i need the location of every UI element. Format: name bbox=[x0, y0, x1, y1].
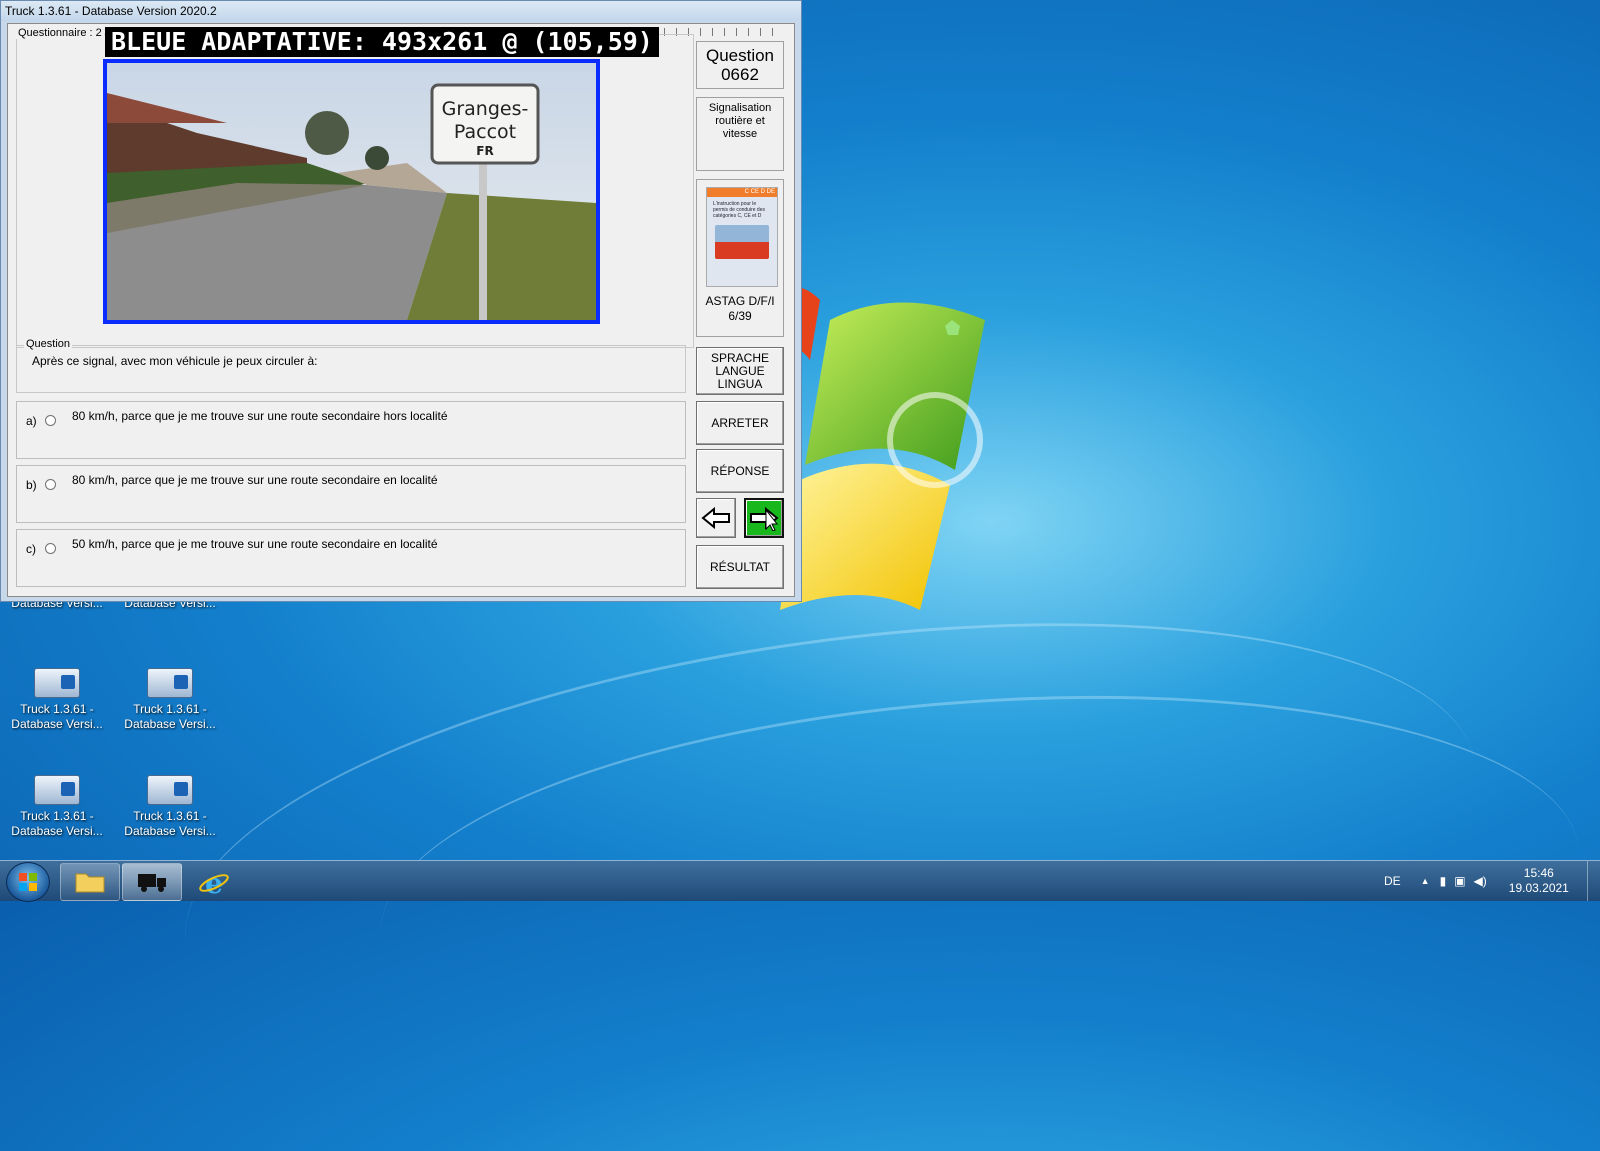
annotation-overlay-label: BLEUE ADAPTATIVE: 493x261 @ (105,59) bbox=[105, 27, 659, 57]
truck-icon bbox=[138, 874, 166, 892]
book-cover-bus-image bbox=[715, 225, 769, 259]
clock[interactable]: 15:46 19.03.2021 bbox=[1509, 866, 1569, 896]
next-button[interactable] bbox=[744, 498, 784, 538]
volume-icon[interactable]: ◀) bbox=[1474, 874, 1487, 888]
answer-option-c[interactable]: c) 50 km/h, parce que je me trouve sur u… bbox=[16, 529, 686, 587]
truck-app-icon bbox=[147, 668, 193, 698]
desktop-icon-label: Database Versi... bbox=[124, 824, 216, 838]
desktop-icon[interactable]: Truck 1.3.61 - Database Versi... bbox=[2, 775, 112, 839]
language-button-label-1: SPRACHE bbox=[710, 350, 769, 365]
desktop-icon[interactable]: Truck 1.3.61 - Database Versi... bbox=[115, 775, 225, 839]
clock-time: 15:46 bbox=[1523, 866, 1554, 880]
taskbar-internet-explorer[interactable]: e bbox=[184, 863, 244, 901]
desktop-icon-label: Truck 1.3.61 - bbox=[20, 809, 94, 823]
windows-logo bbox=[780, 286, 985, 610]
answer-letter: b) bbox=[26, 478, 37, 492]
window-titlebar[interactable]: Truck 1.3.61 - Database Version 2020.2 bbox=[1, 1, 801, 21]
answer-text: 80 km/h, parce que je me trouve sur une … bbox=[72, 409, 448, 423]
road-sign-photo: Granges- Paccot FR bbox=[107, 63, 596, 320]
truck-app-icon bbox=[147, 775, 193, 805]
language-button-label-2: LANGUE bbox=[715, 363, 765, 378]
answer-radio[interactable] bbox=[45, 415, 56, 426]
question-number: 0662 bbox=[721, 65, 759, 84]
arrow-left-icon bbox=[701, 507, 730, 529]
result-button[interactable]: RÉSULTAT bbox=[696, 545, 784, 589]
book-cover-title: L'instruction pour le permis de conduire… bbox=[713, 201, 765, 219]
app-window: Truck 1.3.61 - Database Version 2020.2 Q… bbox=[0, 0, 802, 602]
window-title: Truck 1.3.61 - Database Version 2020.2 bbox=[5, 4, 217, 18]
book-cover: C CE D DE L'instruction pour le permis d… bbox=[706, 187, 778, 287]
book-page: 6/39 bbox=[728, 309, 752, 323]
arrow-right-icon bbox=[750, 506, 779, 531]
category-panel: Signalisation routière et vitesse bbox=[696, 97, 784, 171]
desktop-icon[interactable]: Truck 1.3.61 - Database Versi... bbox=[115, 668, 225, 732]
desktop-icon-label: Truck 1.3.61 - bbox=[133, 702, 207, 716]
internet-explorer-icon: e bbox=[199, 867, 229, 897]
answer-option-a[interactable]: a) 80 km/h, parce que je me trouve sur u… bbox=[16, 401, 686, 459]
network-icon[interactable]: ▣ bbox=[1454, 874, 1465, 888]
desktop-icon-label: Database Versi... bbox=[11, 824, 103, 838]
answer-letter: a) bbox=[26, 414, 37, 428]
answer-radio[interactable] bbox=[45, 479, 56, 490]
answer-text: 80 km/h, parce que je me trouve sur une … bbox=[72, 473, 438, 487]
system-tray: DE ▲ ▮ ▣ ◀) 15:46 19.03.2021 bbox=[1384, 861, 1569, 901]
truck-app-icon bbox=[34, 775, 80, 805]
truck-app-icon bbox=[34, 668, 80, 698]
book-panel: C CE D DE L'instruction pour le permis d… bbox=[696, 179, 784, 337]
taskbar: e DE ▲ ▮ ▣ ◀) 15:46 19.03.2021 bbox=[0, 860, 1600, 902]
answer-option-b[interactable]: b) 80 km/h, parce que je me trouve sur u… bbox=[16, 465, 686, 523]
svg-text:e: e bbox=[205, 867, 223, 897]
language-button-label-3: LINGUA bbox=[717, 376, 763, 391]
answer-radio[interactable] bbox=[45, 543, 56, 554]
previous-button[interactable] bbox=[696, 498, 736, 538]
stop-button[interactable]: ARRETER bbox=[696, 401, 784, 445]
sign-line-3: FR bbox=[476, 144, 493, 158]
answer-letter: c) bbox=[26, 542, 36, 556]
question-category: Signalisation routière et vitesse bbox=[708, 102, 772, 140]
sign-line-2: Paccot bbox=[454, 121, 516, 143]
question-group-label: Question bbox=[24, 338, 73, 350]
taskbar-truck-app[interactable] bbox=[122, 863, 182, 901]
desktop-icon-label: Database Versi... bbox=[124, 717, 216, 731]
taskbar-explorer[interactable] bbox=[60, 863, 120, 901]
start-button[interactable] bbox=[6, 862, 50, 902]
start-orb-icon bbox=[19, 873, 37, 891]
result-button-label: RÉSULTAT bbox=[709, 559, 770, 574]
question-group: Après ce signal, avec mon véhicule je pe… bbox=[16, 345, 686, 393]
clock-date: 19.03.2021 bbox=[1508, 881, 1569, 895]
answer-button-label: RÉPONSE bbox=[710, 463, 770, 478]
show-desktop-button[interactable] bbox=[1587, 861, 1600, 901]
language-button[interactable]: SPRACHE LANGUE LINGUA bbox=[696, 347, 784, 395]
question-text: Après ce signal, avec mon véhicule je pe… bbox=[32, 354, 318, 368]
stop-button-label: ARRETER bbox=[711, 415, 769, 430]
questionnaire-label: Questionnaire : 2 bbox=[16, 27, 104, 39]
desktop-icon-label: Database Versi... bbox=[11, 717, 103, 731]
desktop-icon-label: Truck 1.3.61 - bbox=[133, 809, 207, 823]
power-icon[interactable]: ▮ bbox=[1440, 874, 1447, 888]
show-hidden-icons-icon[interactable]: ▲ bbox=[1421, 876, 1430, 886]
question-photo: Granges- Paccot FR bbox=[103, 59, 600, 324]
desktop-icon-label: Truck 1.3.61 - bbox=[20, 702, 94, 716]
sign-line-1: Granges- bbox=[442, 98, 529, 120]
folder-icon bbox=[75, 873, 105, 893]
question-number-label: Question bbox=[705, 46, 775, 65]
answer-button[interactable]: RÉPONSE bbox=[696, 449, 784, 493]
book-cover-badges: C CE D DE bbox=[707, 188, 777, 197]
language-indicator[interactable]: DE bbox=[1384, 874, 1401, 888]
book-source: ASTAG D/F/I bbox=[705, 294, 775, 308]
desktop-icon[interactable]: Truck 1.3.61 - Database Versi... bbox=[2, 668, 112, 732]
answer-text: 50 km/h, parce que je me trouve sur une … bbox=[72, 537, 438, 551]
question-number-panel: Question 0662 bbox=[696, 41, 784, 89]
